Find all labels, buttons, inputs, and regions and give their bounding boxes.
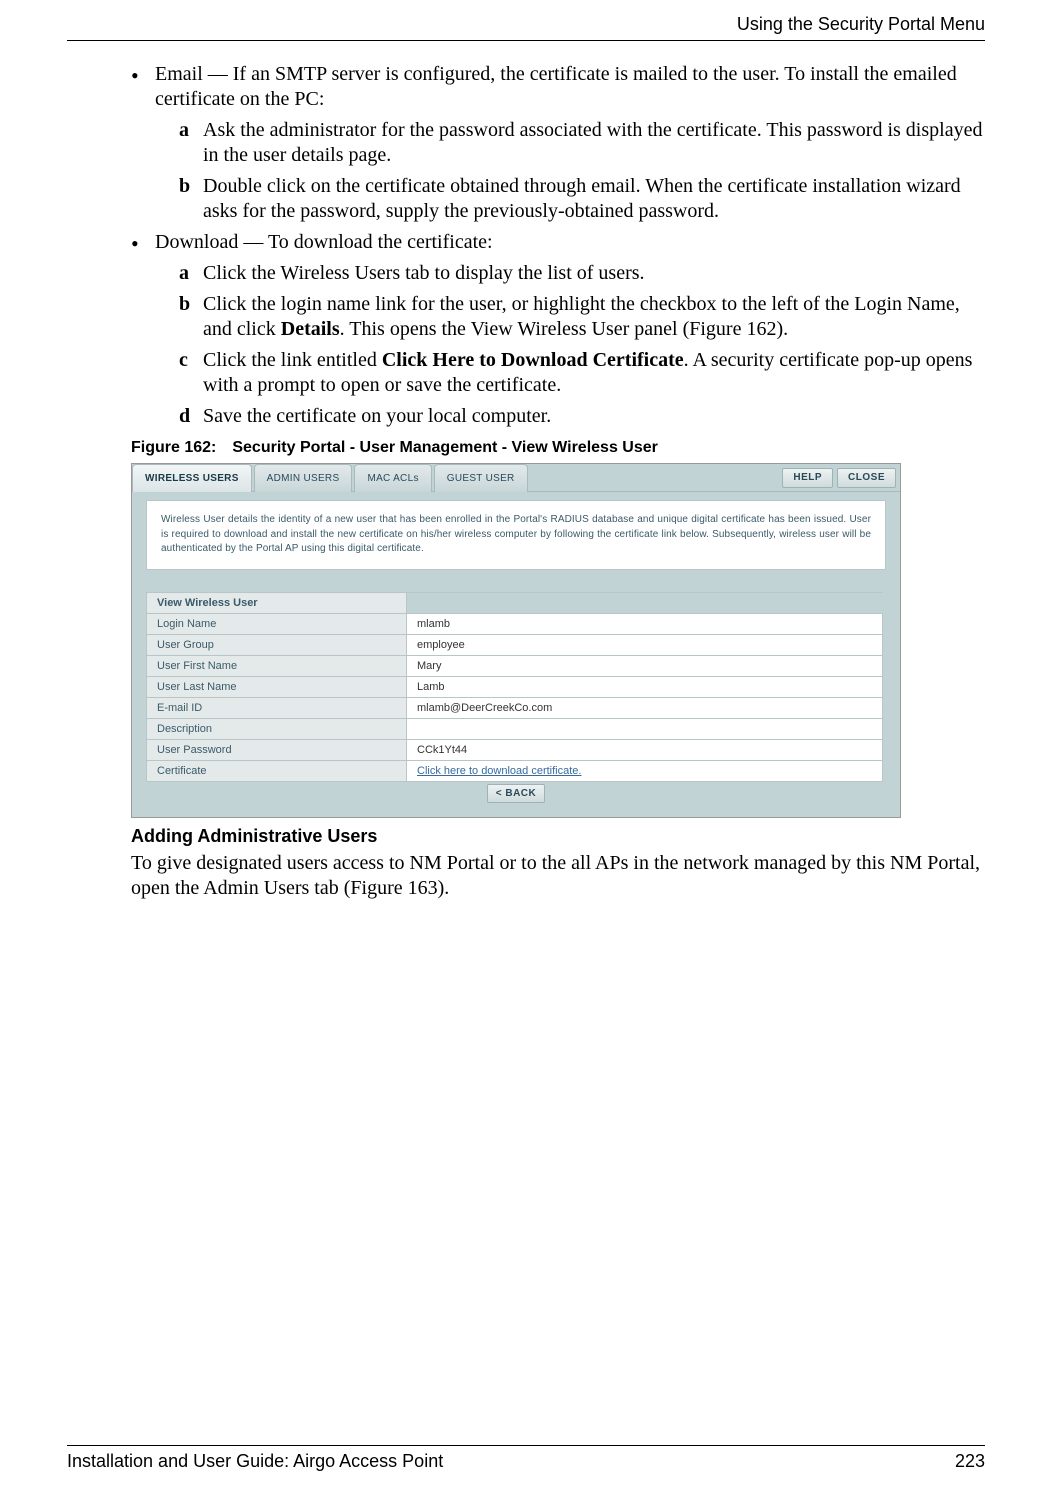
bullet-list: Email — If an SMTP server is configured,… xyxy=(131,62,985,429)
download-step-a-text: Click the Wireless Users tab to display … xyxy=(203,262,645,284)
table-row: Login Namemlamb xyxy=(147,613,883,634)
table-title-row: View Wireless User xyxy=(147,592,883,613)
row-login-value: mlamb xyxy=(407,613,883,634)
view-wireless-user-table: View Wireless User Login Namemlamb User … xyxy=(146,592,883,782)
download-sublist: a Click the Wireless Users tab to displa… xyxy=(179,261,985,429)
screenshot-panel: WIRELESS USERS ADMIN USERS MAC ACLs GUES… xyxy=(131,463,901,818)
letter-a: a xyxy=(179,118,189,143)
footer-left: Installation and User Guide: Airgo Acces… xyxy=(67,1451,443,1472)
page-header-right: Using the Security Portal Menu xyxy=(737,14,985,35)
bullet-download: Download — To download the certificate: … xyxy=(131,230,985,429)
section-heading: Adding Administrative Users xyxy=(131,826,985,847)
download-step-b-post: . This opens the View Wireless User pane… xyxy=(340,318,788,340)
bullet-download-text: Download — To download the certificate: xyxy=(155,231,493,253)
close-button[interactable]: CLOSE xyxy=(837,468,896,488)
download-step-c: c Click the link entitled Click Here to … xyxy=(179,348,985,398)
row-pass-value: CCk1Yt44 xyxy=(407,739,883,760)
help-button[interactable]: HELP xyxy=(782,468,833,488)
letter-c: c xyxy=(179,348,188,373)
row-login-label: Login Name xyxy=(147,613,407,634)
tab-admin-users[interactable]: ADMIN USERS xyxy=(254,464,353,492)
row-group-label: User Group xyxy=(147,634,407,655)
row-last-label: User Last Name xyxy=(147,676,407,697)
footer-page-number: 223 xyxy=(955,1451,985,1472)
download-step-d-text: Save the certificate on your local compu… xyxy=(203,405,551,427)
row-group-value: employee xyxy=(407,634,883,655)
tabs-right: HELP CLOSE xyxy=(782,464,900,491)
email-sublist: a Ask the administrator for the password… xyxy=(179,118,985,224)
email-step-b: b Double click on the certificate obtain… xyxy=(179,174,985,224)
document-page: Using the Security Portal Menu Email — I… xyxy=(0,0,1052,1492)
download-step-c-bold: Click Here to Download Certificate xyxy=(382,349,684,371)
table-row: Description xyxy=(147,718,883,739)
download-step-b-bold: Details xyxy=(281,318,340,340)
row-cert-label: Certificate xyxy=(147,760,407,781)
row-pass-label: User Password xyxy=(147,739,407,760)
info-description: Wireless User details the identity of a … xyxy=(146,500,886,570)
row-first-label: User First Name xyxy=(147,655,407,676)
section-paragraph: To give designated users access to NM Po… xyxy=(131,851,985,901)
footer-rule xyxy=(67,1445,985,1446)
back-row: < BACK xyxy=(146,784,886,803)
tab-mac-acls[interactable]: MAC ACLs xyxy=(354,464,431,492)
letter-b: b xyxy=(179,174,190,199)
table-title-spacer xyxy=(407,592,883,613)
letter-a2: a xyxy=(179,261,189,286)
table-title: View Wireless User xyxy=(147,592,407,613)
row-last-value: Lamb xyxy=(407,676,883,697)
bullet-email-text: Email — If an SMTP server is configured,… xyxy=(155,63,957,110)
tab-guest-user[interactable]: GUEST USER xyxy=(434,464,528,492)
download-step-a: a Click the Wireless Users tab to displa… xyxy=(179,261,985,286)
table-row: Certificate Click here to download certif… xyxy=(147,760,883,781)
row-first-value: Mary xyxy=(407,655,883,676)
download-step-d: d Save the certificate on your local com… xyxy=(179,404,985,429)
email-step-b-text: Double click on the certificate obtained… xyxy=(203,175,961,222)
panel-body: Wireless User details the identity of a … xyxy=(132,492,900,817)
row-email-value: mlamb@DeerCreekCo.com xyxy=(407,697,883,718)
table-row: User Last NameLamb xyxy=(147,676,883,697)
download-certificate-link[interactable]: Click here to download certificate. xyxy=(417,765,581,777)
tab-wireless-users[interactable]: WIRELESS USERS xyxy=(132,464,252,492)
letter-d: d xyxy=(179,404,190,429)
bullet-email: Email — If an SMTP server is configured,… xyxy=(131,62,985,224)
tabs-row: WIRELESS USERS ADMIN USERS MAC ACLs GUES… xyxy=(132,464,900,492)
row-email-label: E-mail ID xyxy=(147,697,407,718)
letter-b2: b xyxy=(179,292,190,317)
header-rule xyxy=(67,40,985,41)
row-desc-value xyxy=(407,718,883,739)
download-step-c-pre: Click the link entitled xyxy=(203,349,382,371)
table-row: User First NameMary xyxy=(147,655,883,676)
table-row: E-mail IDmlamb@DeerCreekCo.com xyxy=(147,697,883,718)
table-row: User PasswordCCk1Yt44 xyxy=(147,739,883,760)
email-step-a-text: Ask the administrator for the password a… xyxy=(203,119,982,166)
back-button[interactable]: < BACK xyxy=(487,784,546,803)
table-row: User Groupemployee xyxy=(147,634,883,655)
content-area: Email — If an SMTP server is configured,… xyxy=(131,62,985,901)
row-cert-value: Click here to download certificate. xyxy=(407,760,883,781)
figure-caption: Figure 162: Security Portal - User Manag… xyxy=(131,439,985,457)
email-step-a: a Ask the administrator for the password… xyxy=(179,118,985,168)
row-desc-label: Description xyxy=(147,718,407,739)
download-step-b: b Click the login name link for the user… xyxy=(179,292,985,342)
